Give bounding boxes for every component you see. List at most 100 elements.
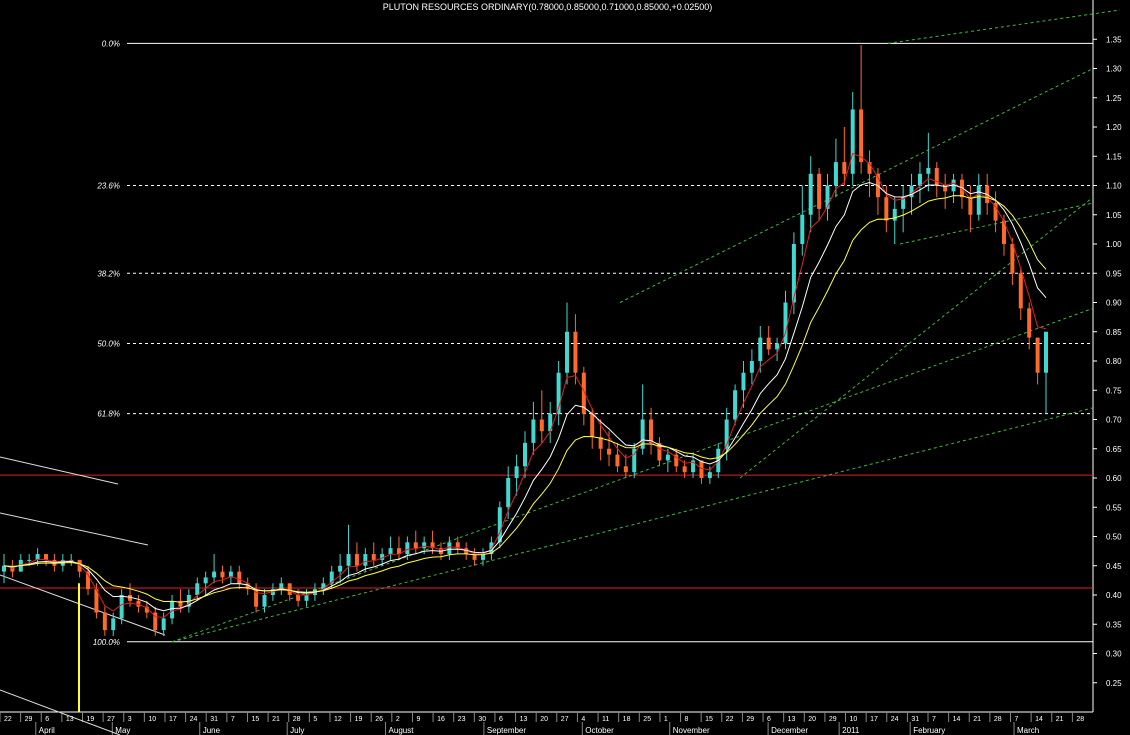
- candle-body: [682, 466, 687, 473]
- moving-average-line: [3, 152, 1047, 618]
- candle-body: [909, 185, 914, 198]
- candle-body: [892, 208, 897, 221]
- y-tick-label: 1.00: [1106, 240, 1122, 249]
- candle-body: [758, 337, 763, 361]
- candle-body: [161, 618, 166, 631]
- x-tick-label: 20: [808, 716, 816, 723]
- candle-body: [817, 173, 822, 209]
- fan-line: [0, 456, 119, 485]
- candle-body: [346, 554, 351, 566]
- x-tick-label: 13: [788, 716, 796, 723]
- candle-body: [1018, 273, 1023, 309]
- x-tick-label: 23: [458, 716, 466, 723]
- y-tick-label: 1.25: [1106, 94, 1122, 103]
- x-tick-label: 12: [334, 716, 342, 723]
- candle-body: [102, 612, 107, 631]
- x-tick-label: 4: [581, 716, 585, 723]
- y-tick-label: 1.35: [1106, 35, 1122, 44]
- candle-body: [741, 372, 746, 391]
- x-tick-label: 19: [355, 716, 363, 723]
- x-tick-label: 17: [870, 716, 878, 723]
- candle-body: [287, 583, 292, 595]
- candle-body: [2, 565, 6, 572]
- x-tick-label: 6: [45, 716, 49, 723]
- x-tick-label: 13: [520, 716, 528, 723]
- x-tick-label: 11: [602, 716, 609, 723]
- candle-body: [523, 442, 527, 467]
- candle-body: [573, 331, 578, 373]
- candle-body: [27, 559, 32, 561]
- candle-body: [615, 454, 620, 467]
- x-tick-label: 24: [190, 716, 198, 723]
- candle-body: [1035, 337, 1040, 373]
- x-tick-label: 2: [396, 716, 400, 723]
- x-tick-label: 5: [313, 716, 317, 723]
- candle-body: [800, 214, 805, 244]
- y-tick-label: 0.35: [1106, 620, 1122, 629]
- candle-body: [917, 173, 922, 186]
- candle-body: [1027, 308, 1032, 338]
- y-tick-label: 1.20: [1106, 123, 1122, 132]
- candle-body: [371, 554, 376, 560]
- candle-body: [707, 472, 712, 478]
- candle-body: [733, 390, 738, 420]
- y-tick-label: 0.90: [1106, 299, 1122, 308]
- candle-body: [195, 583, 200, 595]
- x-tick-label: 30: [478, 716, 486, 723]
- y-tick-label: 0.60: [1106, 474, 1122, 483]
- y-tick-label: 0.45: [1106, 562, 1122, 571]
- x-tick-label: 28: [1076, 716, 1084, 723]
- x-tick-label: 6: [767, 716, 771, 723]
- y-tick-label: 0.30: [1106, 650, 1122, 659]
- moving-average-line: [3, 195, 1047, 603]
- month-label: November: [673, 726, 710, 735]
- x-tick-label: 3: [128, 716, 132, 723]
- y-tick-label: 0.70: [1106, 416, 1122, 425]
- candle-body: [968, 197, 973, 215]
- candle-body: [363, 554, 368, 566]
- y-tick-label: 1.10: [1106, 182, 1122, 191]
- candle-body: [212, 571, 217, 578]
- x-tick-label: 25: [643, 716, 651, 723]
- candle-body: [833, 162, 838, 186]
- x-tick-label: 29: [25, 716, 33, 723]
- candle-body: [859, 109, 864, 163]
- month-label: October: [585, 726, 614, 735]
- candlestick-chart: 0.25 0.30 0.35 0.40 0.45 0.50 0.55 0.60 0.65 0.70…: [0, 0, 1122, 735]
- x-tick-label: 21: [973, 716, 981, 723]
- candle-body: [262, 595, 267, 607]
- y-tick-label: 1.05: [1106, 211, 1122, 220]
- y-tick-label: 0.95: [1106, 269, 1122, 278]
- y-tick-label: 0.50: [1106, 533, 1122, 542]
- x-tick-label: 21: [1056, 716, 1064, 723]
- candle-body: [405, 542, 410, 555]
- y-tick-label: 1.30: [1106, 65, 1122, 74]
- y-tick-label: 0.55: [1106, 503, 1122, 512]
- x-tick-label: 31: [210, 716, 218, 723]
- fibonacci-label: 23.6%: [96, 182, 120, 191]
- month-label: December: [771, 726, 808, 735]
- candle-body: [44, 554, 49, 560]
- x-tick-label: 10: [850, 716, 858, 723]
- candle-body: [422, 542, 427, 549]
- y-tick-label: 0.75: [1106, 386, 1122, 395]
- candle-body: [170, 600, 175, 619]
- month-label: August: [389, 726, 415, 735]
- month-label: April: [39, 726, 55, 735]
- candle-body: [842, 162, 847, 174]
- x-tick-label: 27: [561, 716, 569, 723]
- fibonacci-label: 100.0%: [93, 638, 120, 647]
- candle-body: [775, 343, 780, 350]
- x-tick-label: 27: [107, 716, 115, 723]
- candle-body: [1044, 331, 1048, 373]
- x-tick-label: 28: [994, 716, 1002, 723]
- candle-body: [565, 331, 570, 373]
- candle-body: [388, 548, 393, 555]
- y-tick-label: 0.80: [1106, 357, 1122, 366]
- x-tick-label: 19: [86, 716, 94, 723]
- candle-body: [926, 167, 931, 174]
- x-tick-label: 10: [148, 716, 156, 723]
- x-tick-label: 21: [272, 716, 280, 723]
- candle-body: [354, 554, 359, 566]
- x-tick-label: 29: [829, 716, 837, 723]
